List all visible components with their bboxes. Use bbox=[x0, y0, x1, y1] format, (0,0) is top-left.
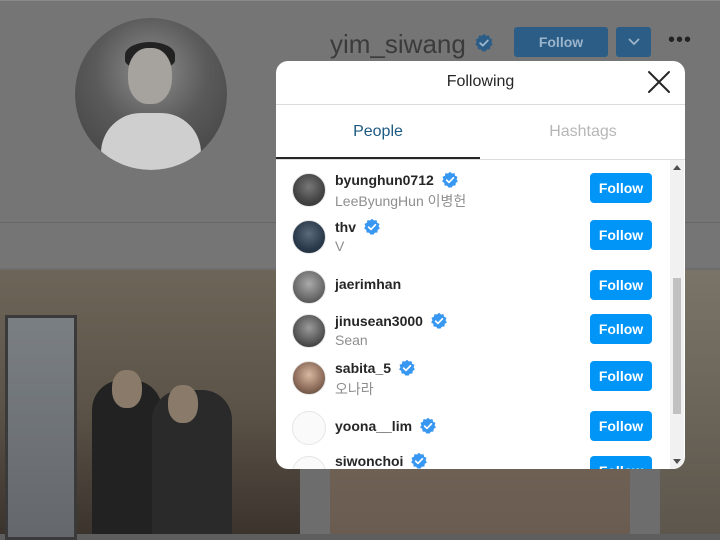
list-item: yoona__lim Follow bbox=[276, 405, 676, 451]
avatar[interactable] bbox=[292, 411, 326, 445]
following-dialog: Following People Hashtags byunghun0712 L… bbox=[276, 61, 685, 469]
verified-badge-icon bbox=[431, 312, 447, 329]
account-username[interactable]: thv bbox=[335, 218, 381, 236]
verified-badge-icon bbox=[420, 417, 436, 434]
username-text: sabita_5 bbox=[335, 360, 392, 376]
following-list: byunghun0712 LeeByungHun 이병헌 Follow thv … bbox=[276, 160, 685, 469]
username-text: thv bbox=[335, 219, 356, 235]
follow-button[interactable]: Follow bbox=[590, 270, 652, 300]
dialog-title: Following bbox=[446, 73, 515, 90]
verified-badge-icon bbox=[411, 452, 428, 469]
tab-people[interactable]: People bbox=[276, 105, 480, 159]
list-item: jaerimhan Follow bbox=[276, 264, 676, 310]
list-item: siwonchoi Follow bbox=[276, 452, 676, 469]
scrollbar-thumb[interactable] bbox=[673, 278, 681, 414]
account-username[interactable]: sabita_5 bbox=[335, 359, 416, 377]
account-username[interactable]: siwonchoi bbox=[335, 452, 428, 469]
follow-button[interactable]: Follow bbox=[590, 361, 652, 391]
avatar[interactable] bbox=[292, 361, 326, 395]
account-subtitle: Sean bbox=[335, 332, 368, 348]
scroll-up-arrow-icon[interactable] bbox=[673, 165, 681, 170]
scroll-down-arrow-icon[interactable] bbox=[673, 459, 681, 464]
list-item: thv V Follow bbox=[276, 217, 676, 263]
account-subtitle: 오나라 bbox=[335, 381, 374, 397]
dialog-header: Following bbox=[276, 61, 685, 105]
account-username[interactable]: yoona__lim bbox=[335, 417, 437, 435]
dialog-tabs: People Hashtags bbox=[276, 105, 685, 160]
follow-button[interactable]: Follow bbox=[590, 411, 652, 441]
avatar[interactable] bbox=[292, 220, 326, 254]
avatar[interactable] bbox=[292, 270, 326, 304]
more-options-icon[interactable]: ••• bbox=[668, 29, 692, 52]
list-item: jinusean3000 Sean Follow bbox=[276, 311, 676, 357]
username-text: jinusean3000 bbox=[335, 313, 423, 329]
close-icon[interactable] bbox=[646, 69, 672, 95]
list-item: sabita_5 오나라 Follow bbox=[276, 358, 676, 404]
tab-hashtags[interactable]: Hashtags bbox=[481, 105, 685, 158]
post-thumbnail[interactable] bbox=[0, 270, 300, 540]
verified-badge-icon bbox=[399, 359, 415, 376]
list-scrollbar[interactable] bbox=[670, 160, 684, 469]
follow-button[interactable]: Follow bbox=[590, 220, 652, 250]
follow-button[interactable]: Follow bbox=[590, 173, 652, 203]
account-subtitle: V bbox=[335, 238, 345, 254]
avatar[interactable] bbox=[292, 173, 326, 207]
chevron-down-icon bbox=[627, 38, 640, 46]
verified-badge-icon bbox=[364, 218, 380, 235]
verified-badge-icon bbox=[475, 33, 493, 52]
verified-badge-icon bbox=[441, 171, 458, 188]
list-item: byunghun0712 LeeByungHun 이병헌 Follow bbox=[276, 170, 676, 216]
avatar[interactable] bbox=[292, 314, 326, 348]
profile-avatar[interactable] bbox=[75, 18, 227, 170]
profile-follow-button[interactable]: Follow bbox=[514, 27, 608, 57]
username-text: siwonchoi bbox=[335, 453, 404, 469]
profile-username: yim_siwang bbox=[330, 29, 466, 59]
follow-button[interactable]: Follow bbox=[590, 456, 652, 469]
username-text: yoona__lim bbox=[335, 418, 413, 434]
avatar[interactable] bbox=[292, 456, 326, 469]
account-subtitle: LeeByungHun 이병헌 bbox=[335, 193, 467, 209]
suggestions-dropdown-button[interactable] bbox=[616, 27, 651, 57]
follow-button[interactable]: Follow bbox=[590, 314, 652, 344]
username-text: jaerimhan bbox=[335, 276, 402, 292]
account-username[interactable]: jinusean3000 bbox=[335, 312, 448, 330]
username-text: byunghun0712 bbox=[335, 172, 434, 188]
account-username[interactable]: byunghun0712 bbox=[335, 171, 459, 189]
account-username[interactable]: jaerimhan bbox=[335, 276, 401, 292]
